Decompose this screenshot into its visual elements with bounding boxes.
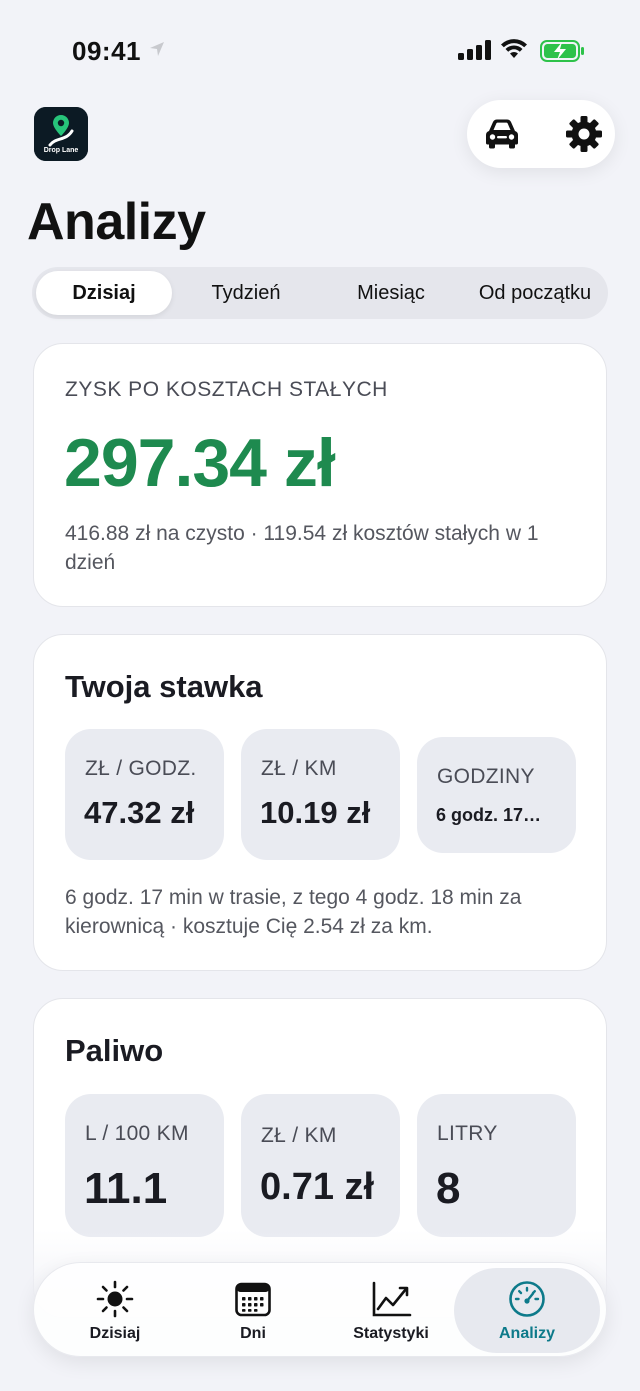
segment-today[interactable]: Dzisiaj <box>36 271 172 315</box>
app-logo: Drop Lane <box>34 107 88 161</box>
stat-consumption: L / 100 KM 11.1 <box>65 1094 224 1237</box>
stat-value: 6 godz. 17… <box>436 805 542 825</box>
gear-icon <box>566 116 602 152</box>
calendar-icon <box>235 1282 271 1316</box>
segment-month[interactable]: Miesiąc <box>320 271 462 315</box>
status-bar: 09:41 <box>0 0 640 100</box>
app-logo-icon: Drop Lane <box>34 107 88 161</box>
tab-days[interactable]: Dni <box>184 1263 322 1358</box>
header-actions <box>467 100 615 168</box>
profit-subtitle: 416.88 zł na czysto · 119.54 zł kosztów … <box>65 522 539 574</box>
sun-icon <box>96 1280 134 1317</box>
vehicle-button[interactable] <box>481 113 523 155</box>
rate-card: Twoja stawka ZŁ / GODZ. 47.32 zł ZŁ / KM… <box>33 634 607 971</box>
tab-label: Dzisiaj <box>89 1324 141 1342</box>
stat-value: 8 <box>436 1164 461 1213</box>
stat-label: ZŁ / GODZ. <box>85 757 197 780</box>
chart-line-icon <box>372 1281 412 1316</box>
stat-value: 11.1 <box>84 1164 168 1213</box>
stat-liters: LITRY 8 <box>417 1094 576 1237</box>
rate-title: Twoja stawka <box>65 669 263 704</box>
page-title: Analizy <box>27 193 206 251</box>
profit-overline: ZYSK PO KOSZTACH STAŁYCH <box>65 378 388 401</box>
stat-label: ZŁ / KM <box>261 1124 337 1147</box>
stat-value: 10.19 zł <box>260 795 371 830</box>
stat-per-km: ZŁ / KM 10.19 zł <box>241 729 400 860</box>
car-icon <box>486 119 518 149</box>
segment-all-time[interactable]: Od początku <box>464 271 606 315</box>
location-arrow-icon <box>150 42 164 56</box>
wifi-icon <box>501 39 527 58</box>
battery-charging-icon <box>540 40 584 62</box>
cellular-signal-icon <box>458 40 491 60</box>
svg-text:Drop Lane: Drop Lane <box>44 147 79 154</box>
tab-analytics[interactable]: Analizy <box>454 1268 600 1353</box>
stat-value: 47.32 zł <box>84 795 195 830</box>
stat-label: ZŁ / KM <box>261 757 337 780</box>
stat-value: 0.71 zł <box>260 1166 375 1208</box>
tab-statistics[interactable]: Statystyki <box>322 1263 460 1358</box>
period-segmented-control: Dzisiaj Tydzień Miesiąc Od początku <box>32 267 608 319</box>
segment-week[interactable]: Tydzień <box>176 271 316 315</box>
stat-label: LITRY <box>437 1122 498 1145</box>
tab-today[interactable]: Dzisiaj <box>46 1263 184 1358</box>
settings-button[interactable] <box>563 113 605 155</box>
rate-subtitle: 6 godz. 17 min w trasie, z tego 4 godz. … <box>65 886 522 938</box>
profit-value: 297.34 zł <box>64 425 336 501</box>
stat-label: GODZINY <box>437 765 535 788</box>
fuel-title: Paliwo <box>65 1033 164 1068</box>
tab-label: Statystyki <box>353 1324 429 1342</box>
tab-bar: Dzisiaj Dni Statystyki Analizy <box>33 1262 607 1357</box>
tab-label: Analizy <box>498 1324 555 1342</box>
stat-hours: GODZINY 6 godz. 17… <box>417 737 576 853</box>
status-time: 09:41 <box>72 36 141 66</box>
profit-card: ZYSK PO KOSZTACH STAŁYCH 297.34 zł 416.8… <box>33 343 607 607</box>
stat-per-hour: ZŁ / GODZ. 47.32 zł <box>65 729 224 860</box>
speedometer-icon <box>509 1280 545 1317</box>
stat-fuel-per-km: ZŁ / KM 0.71 zł <box>241 1094 400 1237</box>
tab-label: Dni <box>240 1324 266 1342</box>
stat-label: L / 100 KM <box>85 1122 189 1145</box>
